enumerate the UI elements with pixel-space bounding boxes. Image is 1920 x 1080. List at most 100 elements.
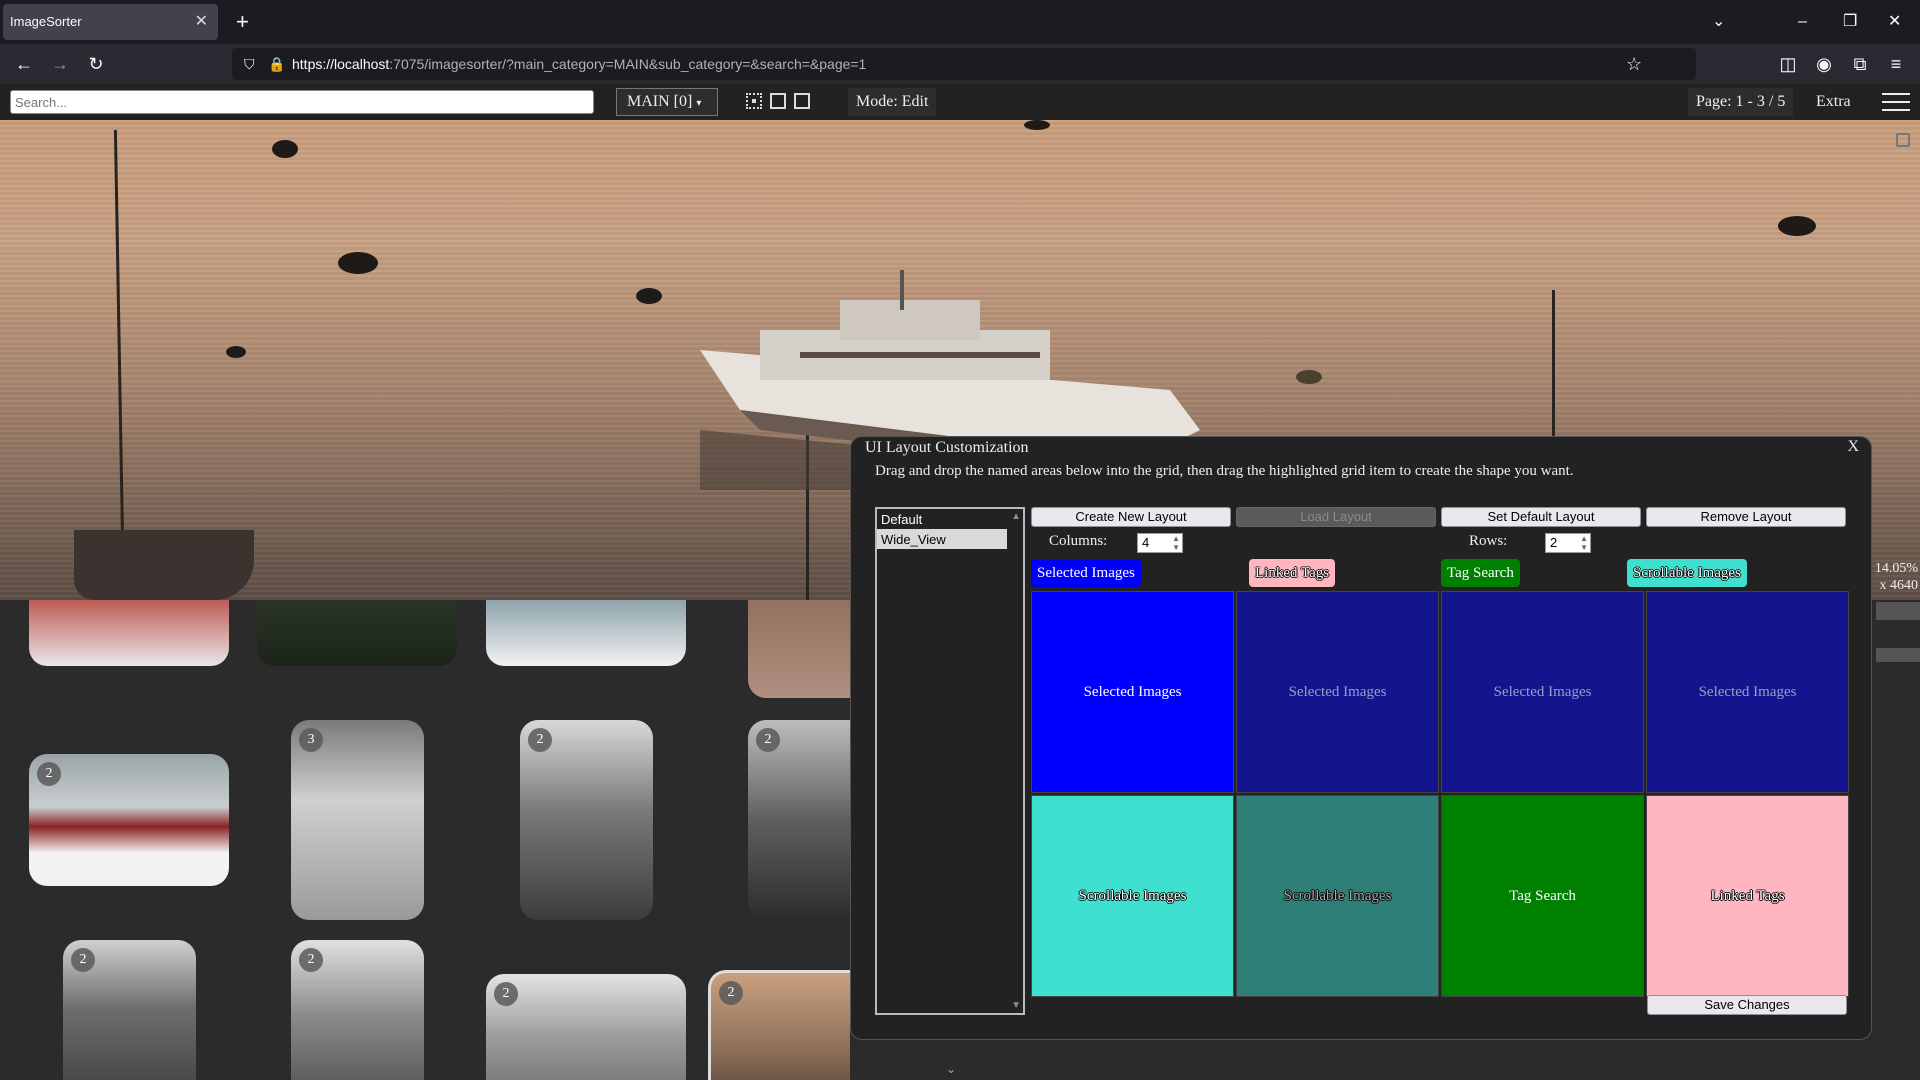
image-thumbnail[interactable] xyxy=(486,600,686,666)
url-bar[interactable]: ⛉ 🔒 https://localhost:7075/imagesorter/?… xyxy=(232,48,1696,80)
shield-icon[interactable]: ⛉ xyxy=(244,48,255,80)
fullscreen-icon[interactable] xyxy=(1896,133,1910,147)
selection-mode-icons xyxy=(746,93,818,114)
tab-list-icon[interactable]: ⌄ xyxy=(1712,8,1725,36)
extra-button[interactable]: Extra xyxy=(1808,88,1859,116)
image-thumbnail-selected[interactable]: 2 xyxy=(708,970,850,1080)
link-count-badge: 3 xyxy=(299,728,323,752)
grid-cell[interactable]: Scrollable Images xyxy=(1236,795,1439,997)
spinner-icon[interactable]: ▲ ▼ xyxy=(1172,534,1180,552)
forward-icon[interactable]: → xyxy=(46,50,74,78)
browser-nav-bar: ← → ↻ ⛉ 🔒 https://localhost:7075/imageso… xyxy=(0,44,1920,84)
link-count-badge: 2 xyxy=(299,948,323,972)
buoy xyxy=(338,252,378,274)
image-thumbnail[interactable] xyxy=(29,600,229,666)
layout-list-item[interactable]: Default xyxy=(877,509,1007,529)
image-thumbnail[interactable] xyxy=(257,600,457,666)
browser-menu-icon[interactable]: ≡ xyxy=(1882,50,1910,78)
dialog-close-button[interactable]: X xyxy=(1847,438,1859,456)
load-layout-button[interactable]: Load Layout xyxy=(1236,507,1436,527)
grid-cell[interactable]: Selected Images xyxy=(1236,591,1439,793)
buoy xyxy=(1296,370,1322,384)
extensions-icon[interactable]: ⧉ xyxy=(1846,50,1874,78)
pocket-icon[interactable]: ◫ xyxy=(1774,50,1802,78)
lock-icon[interactable]: 🔒 xyxy=(268,48,285,80)
minimize-button[interactable]: – xyxy=(1798,8,1807,36)
buoy xyxy=(226,346,246,358)
link-count-badge: 2 xyxy=(494,982,518,1006)
new-tab-button[interactable]: + xyxy=(236,8,249,36)
chevron-down-icon: ▾ xyxy=(696,98,702,109)
create-new-layout-button[interactable]: Create New Layout xyxy=(1031,507,1231,527)
browser-tab[interactable]: ImageSorter ✕ xyxy=(3,4,218,40)
ui-layout-customization-dialog: UI Layout Customization X Drag and drop … xyxy=(850,436,1872,1040)
area-chip-scrollable-images[interactable]: Scrollable Images xyxy=(1627,559,1747,587)
link-count-badge: 2 xyxy=(719,981,743,1005)
zoom-readout: 14.05% xyxy=(1874,561,1918,576)
area-chip-selected-images[interactable]: Selected Images xyxy=(1031,559,1141,587)
grid-cell[interactable]: Scrollable Images xyxy=(1031,795,1234,997)
columns-input[interactable]: 4 ▲ ▼ xyxy=(1137,533,1183,553)
image-thumbnail[interactable]: 2 xyxy=(63,940,196,1080)
link-count-badge: 2 xyxy=(37,762,61,786)
grid-cell[interactable]: Selected Images xyxy=(1441,591,1644,793)
grid-cell[interactable]: Linked Tags xyxy=(1646,795,1849,997)
area-chip-tag-search[interactable]: Tag Search xyxy=(1441,559,1520,587)
columns-label: Columns: xyxy=(1049,533,1108,549)
grid-cell[interactable]: Tag Search xyxy=(1441,795,1644,997)
dialog-title: UI Layout Customization xyxy=(865,439,1029,456)
image-thumbnail[interactable]: 2 xyxy=(486,974,686,1080)
image-thumbnail[interactable]: 3 xyxy=(291,720,424,920)
category-select[interactable]: MAIN [0] ▾ xyxy=(616,88,718,116)
search-input[interactable] xyxy=(10,90,594,114)
page-indicator[interactable]: Page: 1 - 3 / 5 xyxy=(1688,88,1794,116)
buoy xyxy=(636,288,662,304)
image-thumbnail[interactable]: 2 xyxy=(748,720,850,920)
browser-tab-bar: ImageSorter ✕ + ⌄ – ❐ ✕ xyxy=(0,0,1920,44)
buoy xyxy=(272,140,298,158)
image-thumbnail[interactable]: 2 xyxy=(520,720,653,920)
remove-layout-button[interactable]: Remove Layout xyxy=(1646,507,1846,527)
layout-list-item-selected[interactable]: Wide_View xyxy=(877,529,1007,549)
spinner-icon[interactable]: ▲ ▼ xyxy=(1580,534,1588,552)
scroll-down-icon[interactable]: ⌄ xyxy=(946,1062,956,1076)
link-count-badge: 2 xyxy=(71,948,95,972)
link-count-badge: 2 xyxy=(528,728,552,752)
buoy xyxy=(1778,216,1816,236)
mode-toggle[interactable]: Mode: Edit xyxy=(848,88,937,116)
scrollable-images-grid[interactable]: 2 3 2 2 2 2 2 2 xyxy=(0,600,850,1080)
grid-cell[interactable]: Selected Images xyxy=(1031,591,1234,793)
back-icon[interactable]: ← xyxy=(10,50,38,78)
layout-list[interactable]: Default Wide_View ▲ ▼ xyxy=(875,507,1025,1015)
reload-icon[interactable]: ↻ xyxy=(82,50,110,78)
image-thumbnail[interactable]: 2 xyxy=(29,754,229,886)
image-thumbnail[interactable]: 2 xyxy=(291,940,424,1080)
image-info-readout: 14.05% x 4640 xyxy=(1870,560,1918,594)
image-thumbnail[interactable] xyxy=(748,600,850,698)
save-changes-button[interactable]: Save Changes xyxy=(1647,995,1847,1015)
close-window-button[interactable]: ✕ xyxy=(1888,8,1901,36)
restore-button[interactable]: ❐ xyxy=(1843,8,1857,36)
app-toolbar: MAIN [0] ▾ Mode: Edit Page: 1 - 3 / 5 Ex… xyxy=(0,84,1920,120)
select-partial-icon[interactable] xyxy=(746,93,762,109)
link-count-badge: 2 xyxy=(756,728,780,752)
grid-cell[interactable]: Selected Images xyxy=(1646,591,1849,793)
bookmark-star-icon[interactable]: ☆ xyxy=(1626,48,1642,80)
url-text[interactable]: https://localhost:7075/imagesorter/?main… xyxy=(292,48,866,80)
hamburger-menu-icon[interactable] xyxy=(1882,93,1910,117)
size-readout: x 4640 xyxy=(1879,578,1919,593)
sailboat-hull xyxy=(74,530,254,600)
scroll-up-icon[interactable]: ▲ xyxy=(1011,511,1021,522)
select-all-icon[interactable] xyxy=(794,93,810,109)
tab-title: ImageSorter xyxy=(10,14,82,29)
account-icon[interactable]: ◉ xyxy=(1810,50,1838,78)
scroll-down-icon[interactable]: ▼ xyxy=(1011,1000,1021,1011)
select-none-icon[interactable] xyxy=(770,93,786,109)
set-default-layout-button[interactable]: Set Default Layout xyxy=(1441,507,1641,527)
dialog-description: Drag and drop the named areas below into… xyxy=(875,463,1574,479)
area-chip-linked-tags[interactable]: Linked Tags xyxy=(1249,559,1336,587)
tab-close-icon[interactable]: ✕ xyxy=(195,4,208,40)
rows-input[interactable]: 2 ▲ ▼ xyxy=(1545,533,1591,553)
side-panel-strip xyxy=(1876,648,1920,662)
buoy xyxy=(1024,120,1050,130)
